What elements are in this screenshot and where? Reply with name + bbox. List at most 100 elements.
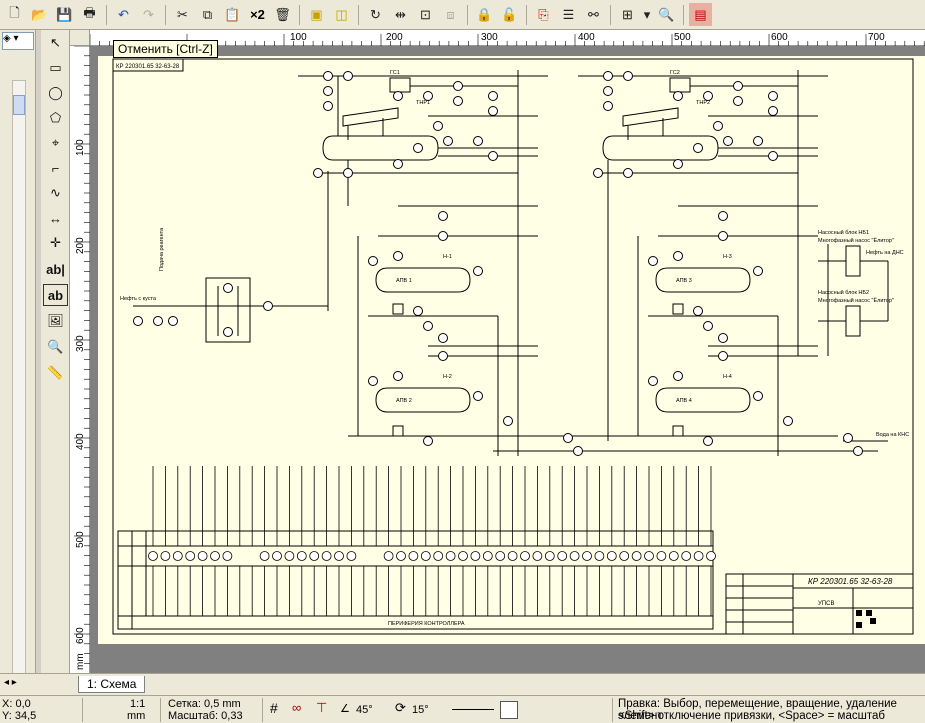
polyline-tool-icon[interactable]: ⌖ — [43, 132, 68, 154]
toolbar-separator — [299, 4, 300, 25]
rotate-step-icon[interactable]: ⟳ — [395, 701, 406, 714]
fit-icon[interactable]: ⊡ — [414, 3, 437, 26]
page-icon[interactable]: ⎘ — [532, 3, 555, 26]
status-bar: X: 0,0 Y: 34,5 1:1 mm Сетка: 0,5 mm Масш… — [0, 695, 925, 723]
chevron-down-icon[interactable]: ▾ — [641, 3, 653, 26]
instrument-symbol — [718, 333, 728, 343]
label-oil-in: Нефть с куста — [120, 296, 157, 302]
connection-tool-icon[interactable]: ✛ — [43, 232, 68, 254]
lock-icon[interactable]: 🔒 — [473, 3, 496, 26]
magnet-icon[interactable]: ∞ — [292, 701, 301, 714]
toolbar-separator — [358, 4, 359, 25]
measure-tool-icon[interactable]: 📏 — [43, 362, 68, 384]
magnifier-tool-icon[interactable]: 🔍 — [43, 336, 68, 358]
instrument-symbol — [495, 551, 506, 561]
stamp-code: КР 220301.65 32-63-28 — [808, 577, 893, 586]
fill-color-swatch[interactable] — [500, 701, 518, 719]
toolbar-separator — [467, 4, 468, 25]
instrument-symbol — [693, 143, 703, 153]
align-icon[interactable]: ⧈ — [439, 3, 462, 26]
instrument-symbol — [470, 551, 481, 561]
instrument-symbol — [323, 101, 333, 111]
print-icon[interactable]: 🖶 — [78, 3, 101, 26]
instrument-symbol — [197, 551, 208, 561]
paste-icon[interactable]: 📋 — [221, 3, 244, 26]
ruler-top-label: 300 — [481, 32, 498, 43]
instrument-symbol — [368, 256, 378, 266]
cut-icon[interactable]: ✂ — [171, 3, 194, 26]
instrument-symbol — [423, 321, 433, 331]
instrument-symbol — [473, 391, 483, 401]
zoom-icon[interactable]: 🔍 — [655, 3, 678, 26]
instrument-symbol — [753, 391, 763, 401]
scale-unit: mm — [127, 710, 146, 722]
layer-icon[interactable]: ▤ — [689, 3, 712, 26]
instrument-symbol — [644, 551, 654, 561]
line-style-preview[interactable] — [452, 709, 494, 710]
rectangle-tool-icon[interactable]: ▭ — [43, 57, 68, 79]
text-tool-icon[interactable]: ab| — [43, 258, 68, 280]
scale-ratio: 1:1 — [130, 698, 146, 710]
delete-icon[interactable]: 🗑 — [271, 3, 294, 26]
grid-icon[interactable]: ⊞ — [616, 3, 639, 26]
textbox-tool-icon[interactable]: ab — [43, 284, 68, 306]
instrument-symbol — [718, 211, 728, 221]
instrument-symbol — [603, 71, 613, 81]
instrument-symbol — [563, 433, 573, 443]
curve-tool-icon[interactable]: ∿ — [43, 182, 68, 204]
copy-icon[interactable]: ⧉ — [196, 3, 219, 26]
instrument-symbol — [368, 376, 378, 386]
scheme-drawing[interactable]: КР 220301.65 32-63-28 ГС1 ГС2 ТНР1 ТНР2 … — [98, 56, 925, 644]
pin-snap-icon[interactable]: ⊤ — [316, 701, 327, 714]
instrument-symbol — [296, 551, 307, 561]
ellipse-tool-icon[interactable]: ◯ — [43, 82, 68, 104]
ruler-top-label: 100 — [290, 32, 307, 43]
binoculars-icon[interactable]: ⚯ — [582, 3, 605, 26]
image-tool-icon[interactable]: 🖼 — [43, 310, 68, 332]
drawing-sheet[interactable]: КР 220301.65 32-63-28 ГС1 ГС2 ТНР1 ТНР2 … — [98, 56, 925, 644]
line-tool-icon[interactable]: ⌐ — [43, 157, 68, 179]
instrument-symbol — [413, 306, 423, 316]
layer-selector[interactable]: ◈ ▾ — [2, 32, 34, 50]
redo-icon[interactable]: ↷ — [137, 3, 160, 26]
instrument-symbol — [623, 71, 633, 81]
list-icon[interactable]: ☰ — [557, 3, 580, 26]
tab-scroll-icon[interactable]: ◂ ▸ — [4, 677, 17, 688]
select-arrow-icon[interactable]: ↖ — [43, 32, 68, 54]
tab-scheme[interactable]: 1: Схема — [78, 676, 146, 693]
instrument-symbol — [222, 551, 233, 561]
instrument-symbol — [393, 371, 403, 381]
label-thr2: ТНР2 — [696, 100, 710, 106]
save-icon[interactable]: 💾 — [53, 3, 76, 26]
label-n2: Н-2 — [443, 374, 452, 380]
angle-snap-icon[interactable]: ∠ — [340, 703, 350, 715]
new-icon[interactable]: 🗋 — [3, 3, 26, 26]
grid-snap-icon[interactable]: # — [270, 701, 278, 715]
ruler-left-label: 300 — [75, 335, 86, 352]
scrollbar-thumb[interactable] — [13, 95, 25, 115]
undo-icon[interactable]: ↶ — [112, 3, 135, 26]
drawing-canvas[interactable]: КР 220301.65 32-63-28 ГС1 ГС2 ТНР1 ТНР2 … — [90, 46, 925, 673]
dimension-tool-icon[interactable]: ↔ — [43, 207, 68, 229]
instrument-symbol — [433, 551, 444, 561]
label-nbv2: Насосный блок НБ2 — [818, 289, 869, 296]
label-thr1: ТНР1 — [416, 100, 430, 106]
instrument-symbol — [453, 96, 463, 106]
undo-tooltip: Отменить [Ctrl-Z] — [113, 40, 218, 58]
vertical-scrollbar-left[interactable] — [12, 80, 26, 700]
rotate-icon[interactable]: ↻ — [364, 3, 387, 26]
instrument-symbol — [284, 551, 295, 561]
instrument-symbol — [520, 551, 530, 561]
instrument-symbol — [458, 551, 468, 561]
instrument-symbol — [334, 551, 344, 561]
mirror-icon[interactable]: ⇹ — [389, 3, 412, 26]
ungroup-icon[interactable]: ◫ — [330, 3, 353, 26]
unlock-icon[interactable]: 🔓 — [498, 3, 521, 26]
group-icon[interactable]: ▣ — [305, 3, 328, 26]
instrument-symbol — [768, 151, 778, 161]
duplicate-x2-button[interactable]: ×2 — [246, 3, 269, 26]
instrument-symbol — [323, 71, 333, 81]
toolbar-separator — [526, 4, 527, 25]
polygon-tool-icon[interactable]: ⬠ — [43, 107, 68, 129]
open-icon[interactable]: 📂 — [28, 3, 51, 26]
